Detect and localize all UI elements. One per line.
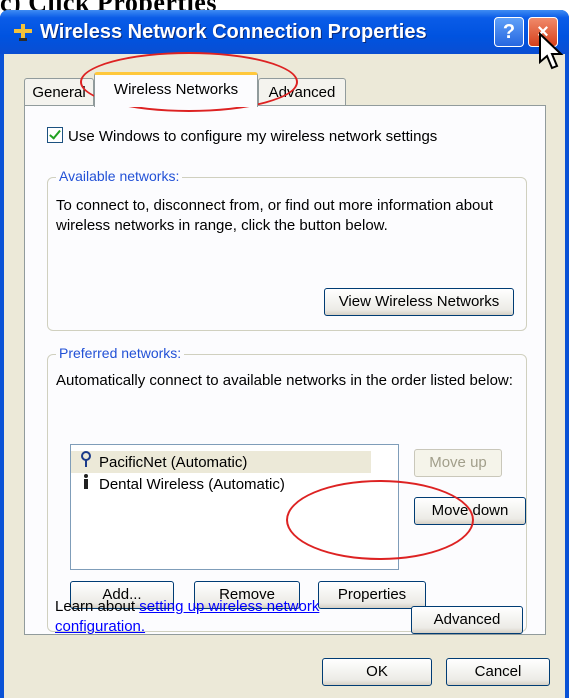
properties-dialog: Wireless Network Connection Properties ?… xyxy=(0,10,569,698)
network-item-pacificnet[interactable]: PacificNet (Automatic) xyxy=(71,451,371,473)
preferred-networks-legend: Preferred networks: xyxy=(56,345,185,361)
learn-about-prefix: Learn about xyxy=(55,598,140,615)
network-name: PacificNet (Automatic) xyxy=(99,454,248,471)
available-networks-legend: Available networks: xyxy=(56,168,183,184)
wireless-networks-panel: Use Windows to configure my wireless net… xyxy=(24,105,546,635)
advanced-button[interactable]: Advanced xyxy=(411,606,523,634)
ok-button[interactable]: OK xyxy=(322,658,432,686)
highlight-ellipse-properties xyxy=(286,480,474,560)
network-connection-icon xyxy=(14,24,32,41)
use-windows-label: Use Windows to configure my wireless net… xyxy=(68,128,438,145)
view-wireless-networks-button[interactable]: View Wireless Networks xyxy=(324,288,514,316)
network-name: Dental Wireless (Automatic) xyxy=(99,476,285,493)
wireless-disconnected-icon xyxy=(77,473,95,496)
use-windows-checkbox[interactable] xyxy=(47,127,63,143)
title-bar[interactable]: Wireless Network Connection Properties ?… xyxy=(0,10,569,54)
cancel-button[interactable]: Cancel xyxy=(446,658,550,686)
window-title: Wireless Network Connection Properties xyxy=(40,21,427,43)
learn-about-text: Learn about setting up wireless network … xyxy=(55,597,365,637)
use-windows-checkbox-row[interactable]: Use Windows to configure my wireless net… xyxy=(47,127,437,145)
available-networks-text: To connect to, disconnect from, or find … xyxy=(56,197,493,234)
preferred-networks-group: Preferred networks: Automatically connec… xyxy=(47,345,527,632)
move-up-button[interactable]: Move up xyxy=(414,449,502,477)
dialog-body: General Wireless Networks Advanced Use W… xyxy=(4,54,565,698)
help-button[interactable]: ? xyxy=(494,17,524,47)
available-networks-group: Available networks: To connect to, disco… xyxy=(47,168,527,331)
mouse-pointer-icon xyxy=(539,32,564,70)
wireless-antenna-icon xyxy=(77,451,95,474)
preferred-networks-text: Automatically connect to available netwo… xyxy=(56,372,513,389)
tab-wireless-networks[interactable]: Wireless Networks xyxy=(94,72,258,107)
network-item-dental-wireless[interactable]: Dental Wireless (Automatic) xyxy=(71,473,285,495)
